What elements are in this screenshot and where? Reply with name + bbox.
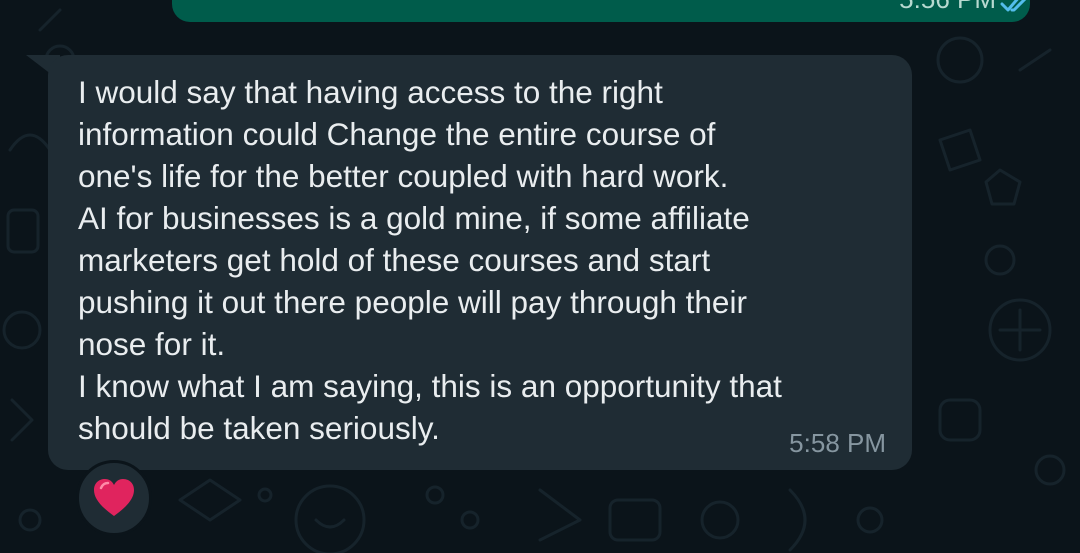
incoming-message-text: I would say that having access to the ri… — [78, 74, 782, 446]
red-heart-icon — [94, 479, 134, 516]
chat-background: 5:56 PM I would say that having access t… — [0, 0, 1080, 553]
outgoing-message-bubble[interactable]: 5:56 PM — [172, 0, 1030, 22]
message-reaction[interactable] — [76, 460, 152, 536]
double-check-icon — [1000, 0, 1027, 12]
incoming-message-time: 5:58 PM — [789, 428, 886, 458]
incoming-message-bubble[interactable]: I would say that having access to the ri… — [48, 55, 912, 470]
outgoing-message-time: 5:56 PM — [899, 0, 996, 12]
